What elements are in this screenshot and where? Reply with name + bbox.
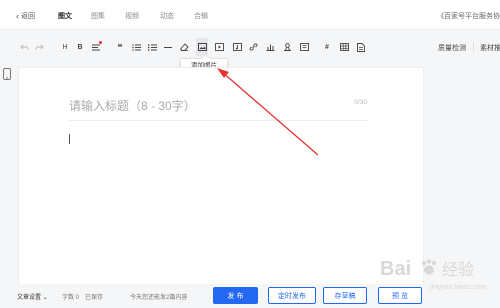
undo-icon[interactable] — [18, 38, 30, 56]
title-underline — [69, 120, 369, 121]
service-agreement-link[interactable]: 《百家号平台服务协 — [437, 11, 500, 21]
audio-icon[interactable] — [231, 38, 243, 56]
quality-check-button[interactable]: 质量检测 — [438, 43, 466, 53]
product-icon[interactable] — [298, 38, 310, 56]
toolbar-separator — [473, 42, 474, 52]
editor-toolbar: H B ❝ # — [0, 38, 500, 56]
tab-video[interactable]: 视频 — [125, 11, 139, 21]
paw-icon — [421, 259, 437, 275]
tab-dynamic[interactable]: 动态 — [160, 11, 174, 21]
back-button[interactable]: ‹ 返回 — [16, 11, 35, 21]
editor-area: 请输入标题（8 - 30字） 0/30 — [18, 67, 424, 285]
article-settings-button[interactable]: 文章设置 ⌄ — [17, 292, 48, 301]
title-char-count: 0/30 — [354, 99, 367, 106]
watermark-suffix: 经验 — [442, 260, 474, 279]
text-align-icon[interactable] — [90, 38, 102, 56]
ordered-list-icon[interactable] — [130, 38, 142, 56]
chevron-down-icon: ⌄ — [42, 295, 48, 301]
back-label: 返回 — [21, 13, 35, 20]
body-text-cursor[interactable] — [69, 134, 70, 144]
baidu-watermark: Bai 经验 jingyan.baidu.com — [378, 253, 494, 293]
save-draft-button[interactable]: 存草稿 — [323, 287, 367, 304]
divider-icon[interactable] — [162, 38, 174, 56]
chart-icon[interactable] — [264, 38, 276, 56]
link-icon[interactable] — [247, 38, 259, 56]
publish-button[interactable]: 发 布 — [213, 287, 258, 304]
quote-icon[interactable]: ❝ — [114, 38, 126, 56]
tab-collection[interactable]: 合辑 — [194, 11, 208, 21]
material-recommend-button[interactable]: 素材推 — [480, 43, 500, 53]
heading-label: H — [62, 43, 68, 51]
phone-preview-icon[interactable] — [3, 68, 11, 80]
tab-gallery[interactable]: 图集 — [91, 11, 105, 21]
redo-icon[interactable] — [33, 38, 45, 56]
bold-label: B — [77, 43, 83, 51]
red-dot-badge — [99, 41, 102, 44]
hashtag-icon[interactable]: # — [321, 38, 333, 56]
watermark-brand: Bai — [380, 258, 411, 280]
poi-icon[interactable] — [281, 38, 293, 56]
heading-icon[interactable]: H — [59, 38, 71, 56]
word-count: 字数 0 — [62, 295, 80, 301]
title-input[interactable]: 请输入标题（8 - 30字） — [69, 97, 196, 114]
bold-icon[interactable]: B — [74, 38, 86, 56]
daily-quota-text: 今天您还能发2篇内容 — [130, 295, 188, 301]
tab-article[interactable]: 图文 — [58, 11, 72, 21]
unordered-list-icon[interactable] — [146, 38, 158, 56]
saved-status: 已保存 — [85, 295, 104, 301]
chevron-left-icon: ‹ — [16, 10, 19, 21]
schedule-publish-button[interactable]: 定时发布 — [268, 287, 316, 304]
table-icon[interactable] — [338, 38, 350, 56]
clear-format-icon[interactable] — [178, 38, 190, 56]
top-nav: ‹ 返回 图文 图集 视频 动态 合辑 《百家号平台服务协 — [0, 0, 500, 30]
video-icon[interactable] — [213, 38, 225, 56]
document-icon[interactable] — [355, 38, 367, 56]
watermark-url: jingyan.baidu.com — [429, 284, 487, 291]
article-settings-label: 文章设置 — [17, 295, 42, 301]
